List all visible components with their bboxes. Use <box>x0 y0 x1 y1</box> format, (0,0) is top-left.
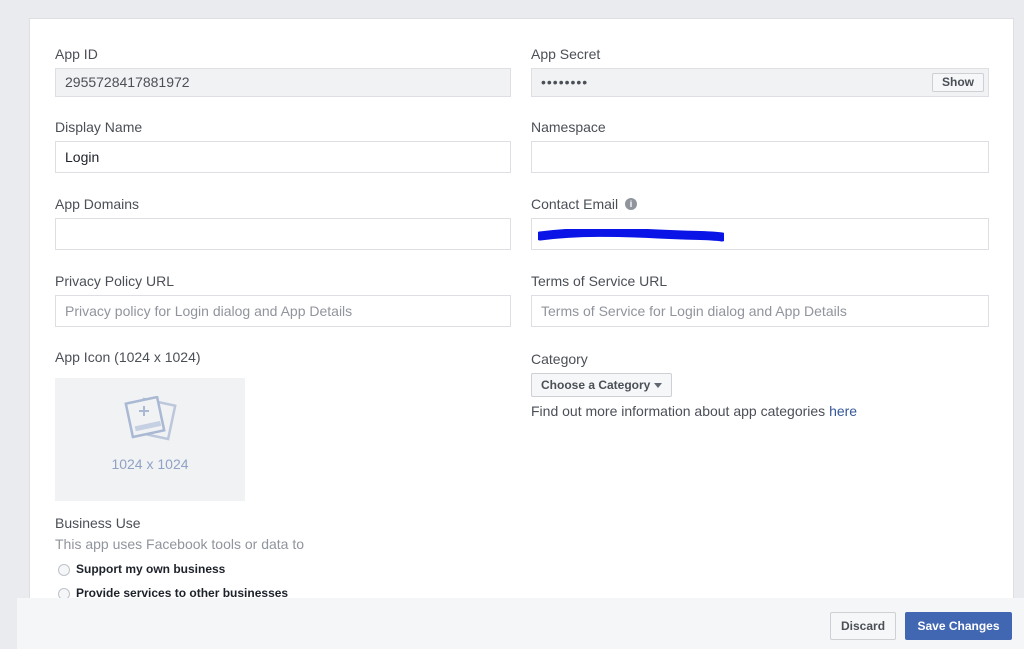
category-label: Category <box>531 351 588 367</box>
app-icon-upload[interactable]: 1024 x 1024 <box>55 378 245 501</box>
radio-label: Support my own business <box>76 562 226 576</box>
contact-email-label: Contact Email <box>531 196 619 212</box>
info-icon[interactable]: i <box>625 198 637 210</box>
category-dropdown-label: Choose a Category <box>541 378 651 392</box>
terms-of-service-input[interactable]: Terms of Service for Login dialog and Ap… <box>531 295 989 327</box>
namespace-input[interactable] <box>531 141 989 173</box>
namespace-label: Namespace <box>531 119 606 135</box>
business-use-label: Business Use <box>55 515 141 531</box>
caret-down-icon <box>654 383 663 389</box>
app-secret-label: App Secret <box>531 46 601 62</box>
image-upload-icon <box>124 396 177 441</box>
choose-category-dropdown[interactable]: Choose a Category <box>531 373 673 397</box>
app-icon-label: App Icon (1024 x 1024) <box>55 349 201 365</box>
save-changes-button[interactable]: Save Changes <box>905 612 1012 640</box>
app-id-label: App ID <box>55 46 98 62</box>
radio-button[interactable] <box>58 563 70 576</box>
radio-support-own-business[interactable]: Support my own business <box>58 562 225 576</box>
show-secret-button[interactable]: Show <box>932 73 984 92</box>
app-secret-value: •••••••• <box>541 74 589 90</box>
display-name-label: Display Name <box>55 119 143 135</box>
privacy-policy-input[interactable]: Privacy policy for Login dialog and App … <box>55 295 511 327</box>
redaction-scribble <box>538 229 724 242</box>
app-secret-field: •••••••• Show <box>531 68 989 97</box>
app-id-field: 2955728417881972 <box>55 68 511 97</box>
business-use-description: This app uses Facebook tools or data to <box>55 536 305 552</box>
app-domains-label: App Domains <box>55 196 140 212</box>
discard-button[interactable]: Discard <box>830 612 896 640</box>
privacy-policy-label: Privacy Policy URL <box>55 273 175 289</box>
category-info-text: Find out more information about app cate… <box>531 403 857 419</box>
category-info-copy: Find out more information about app cate… <box>531 403 830 419</box>
category-info-link[interactable]: here <box>829 403 857 419</box>
display-name-input[interactable]: Login <box>55 141 511 173</box>
app-icon-size-text: 1024 x 1024 <box>111 456 189 472</box>
app-domains-input[interactable] <box>55 218 511 250</box>
terms-of-service-label: Terms of Service URL <box>531 273 668 289</box>
